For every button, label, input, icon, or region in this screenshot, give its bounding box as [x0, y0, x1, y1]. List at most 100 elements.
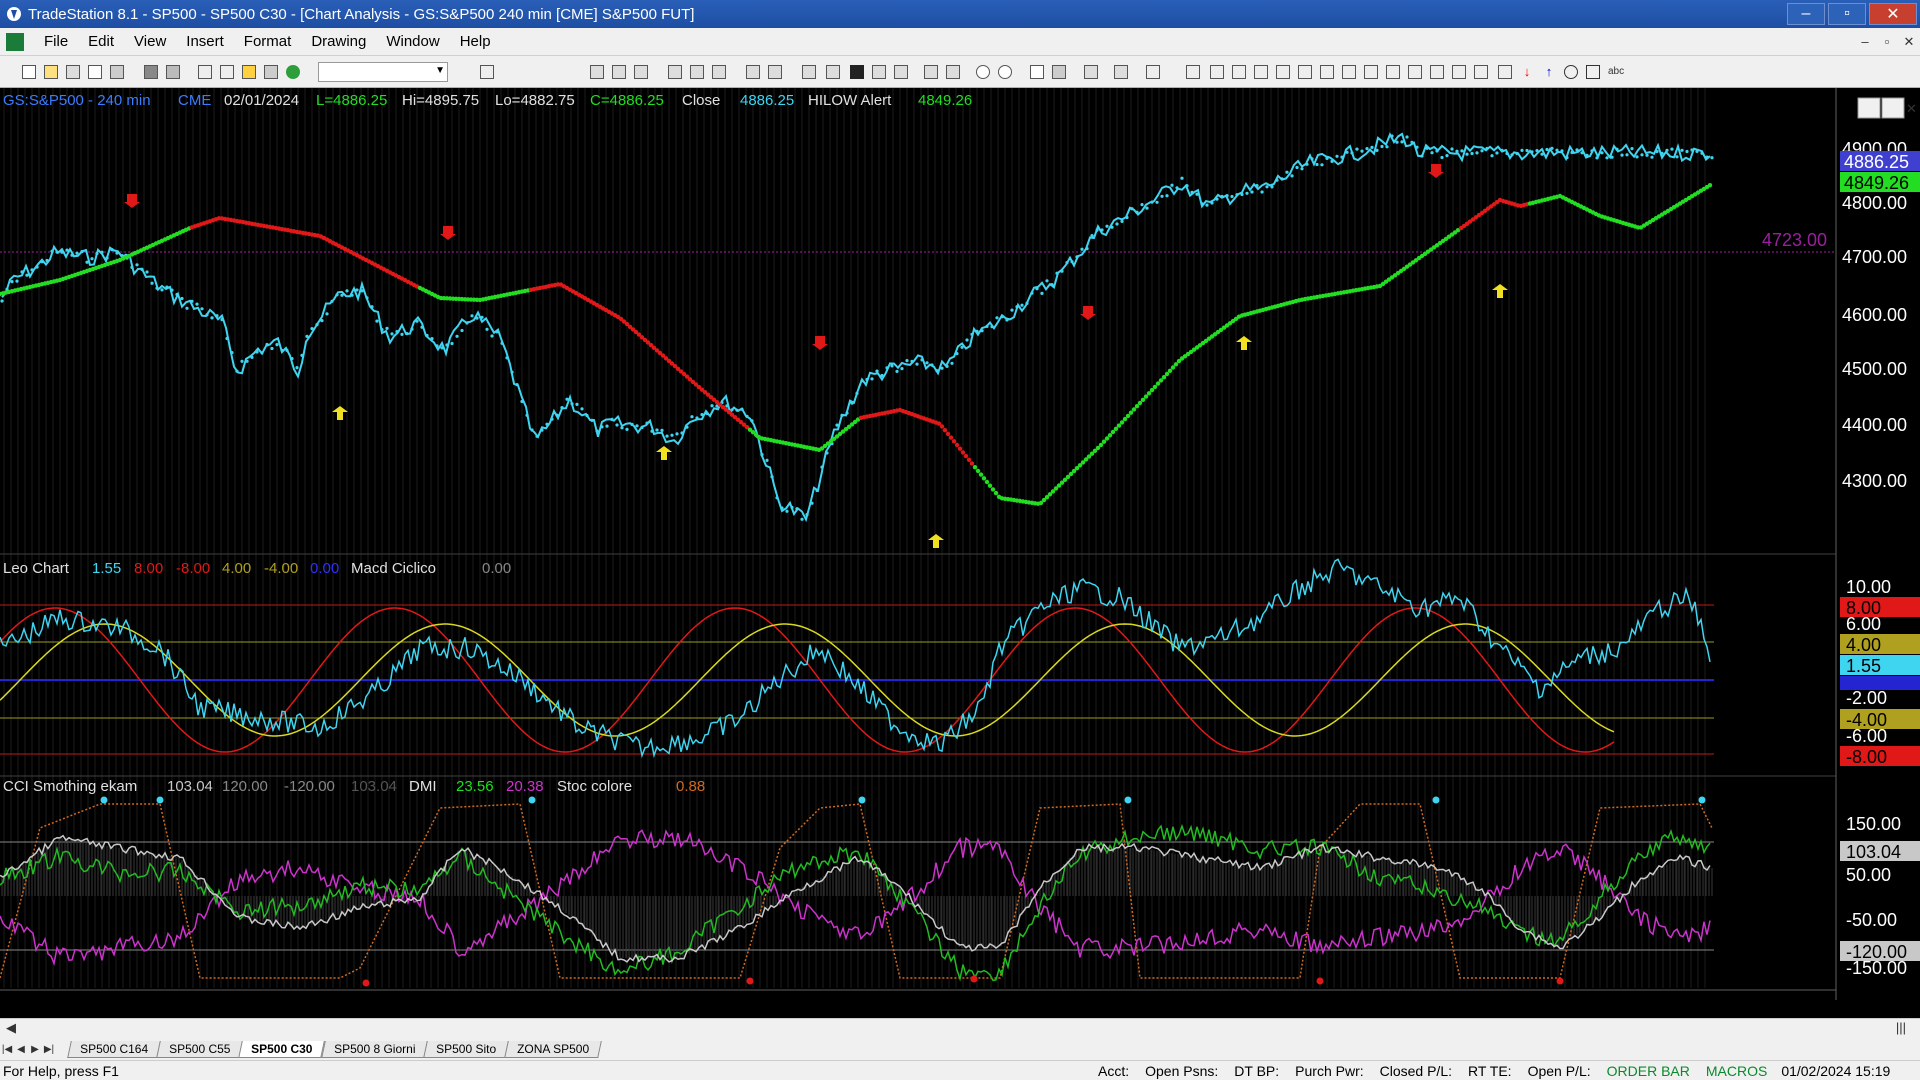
pen-icon[interactable]	[1474, 65, 1488, 79]
tab-zona-sp500[interactable]: ZONA SP500	[504, 1040, 603, 1058]
chart-canvas[interactable]: GS:S&P500 - 240 min CME 02/01/2024 L=488…	[0, 88, 1920, 1019]
horizontal-scrollbar[interactable]: ◀ |||	[0, 1018, 1920, 1038]
chart-area[interactable]: GS:S&P500 - 240 min CME 02/01/2024 L=488…	[0, 88, 1920, 1019]
new-window-icon[interactable]	[88, 65, 102, 79]
stoc-low-dot	[1316, 977, 1324, 985]
fib-time-icon[interactable]	[1342, 65, 1356, 79]
options-icon[interactable]	[802, 65, 816, 79]
arrow-down-icon[interactable]: ↓	[1520, 65, 1534, 79]
globe-icon[interactable]	[286, 65, 300, 79]
bar-chart-icon[interactable]	[590, 65, 604, 79]
scanner-icon[interactable]	[768, 65, 782, 79]
menu-file[interactable]: File	[34, 33, 78, 50]
format-icon[interactable]	[1114, 65, 1128, 79]
fib-icon[interactable]	[1254, 65, 1268, 79]
curve-icon[interactable]	[1498, 65, 1512, 79]
tab-prev-icon[interactable]: ◀	[14, 1044, 28, 1055]
tab-last-icon[interactable]: ▶|	[42, 1044, 56, 1055]
retrace-icon[interactable]	[1364, 65, 1378, 79]
tab-sp500-c164[interactable]: SP500 C164	[67, 1040, 161, 1058]
trendline-icon[interactable]	[1186, 65, 1200, 79]
disabled-icon[interactable]	[1146, 65, 1160, 79]
minimize-button[interactable]: –	[1787, 3, 1825, 25]
scroll-left-icon[interactable]	[924, 65, 938, 79]
zoom-out-icon[interactable]	[998, 65, 1012, 79]
open-icon[interactable]	[44, 65, 58, 79]
dt-bp-field: DT BP:	[1234, 1062, 1280, 1079]
tab-label: SP500 C55	[169, 1041, 231, 1056]
subwindow-close-icon[interactable]: ✕	[1906, 101, 1917, 116]
vertical-lines-icon[interactable]	[1210, 65, 1224, 79]
rectangle-icon[interactable]	[1586, 65, 1600, 79]
bars2-icon[interactable]	[894, 65, 908, 79]
pointer-icon[interactable]	[1030, 65, 1044, 79]
tab-label: SP500 Sito	[436, 1041, 497, 1056]
indicator-icon[interactable]	[690, 65, 704, 79]
order-bar-button[interactable]: ORDER BAR	[1599, 1063, 1698, 1079]
range-icon[interactable]	[1386, 65, 1400, 79]
macros-button[interactable]: MACROS	[1698, 1063, 1775, 1079]
menu-view[interactable]: View	[124, 33, 176, 50]
tab-sp500-sito[interactable]: SP500 Sito	[423, 1040, 510, 1058]
zoom-in-icon[interactable]	[976, 65, 990, 79]
scroll-thumb-icon[interactable]: |||	[1896, 1020, 1906, 1035]
symbol-dropdown[interactable]: ▼	[318, 62, 448, 82]
scroll-left-icon[interactable]: ◀	[6, 1020, 16, 1036]
line-chart-icon[interactable]	[668, 65, 682, 79]
toolbox-icon[interactable]	[1052, 65, 1066, 79]
channel-icon[interactable]	[1320, 65, 1334, 79]
strategy-icon[interactable]	[712, 65, 726, 79]
date-tick: 9/28	[684, 998, 721, 1000]
mdi-minimize-button[interactable]: –	[1854, 34, 1876, 49]
tab-first-icon[interactable]: |◀	[0, 1044, 14, 1055]
cci-tag-text: 103.04	[1846, 842, 1901, 862]
ellipse-icon[interactable]	[1564, 65, 1578, 79]
data-window-icon[interactable]	[850, 65, 864, 79]
matrix-icon[interactable]	[826, 65, 840, 79]
parallel-icon[interactable]	[1408, 65, 1422, 79]
menu-format[interactable]: Format	[234, 33, 302, 50]
lock-icon[interactable]	[242, 65, 256, 79]
macro-icon[interactable]	[264, 65, 278, 79]
arc-icon[interactable]	[1452, 65, 1466, 79]
window-icon[interactable]	[198, 65, 212, 79]
text-icon[interactable]: abc	[1608, 65, 1624, 79]
copy-icon[interactable]	[110, 65, 124, 79]
subwindow-minimize-button[interactable]	[1857, 97, 1881, 119]
menu-edit[interactable]: Edit	[78, 33, 124, 50]
new-icon[interactable]	[22, 65, 36, 79]
fan-icon[interactable]	[1298, 65, 1312, 79]
close-button[interactable]: ✕	[1869, 3, 1917, 25]
tab-sp500-c30[interactable]: SP500 C30	[238, 1040, 326, 1058]
find-icon[interactable]	[480, 65, 494, 79]
andrews-icon[interactable]	[1430, 65, 1444, 79]
table-icon[interactable]	[634, 65, 648, 79]
save-icon[interactable]	[144, 65, 158, 79]
date-tick: 8/10	[276, 998, 313, 1000]
tab-sp500-c55[interactable]: SP500 C55	[156, 1040, 244, 1058]
mdi-close-button[interactable]: ✕	[1898, 34, 1920, 50]
maximize-button[interactable]: ▫	[1828, 3, 1866, 25]
panel-separators	[0, 88, 1837, 1000]
window2-icon[interactable]	[220, 65, 234, 79]
open-workspace-icon[interactable]	[66, 65, 80, 79]
menu-help[interactable]: Help	[450, 33, 501, 50]
menu-window[interactable]: Window	[376, 33, 449, 50]
mdi-restore-button[interactable]: ▫	[1876, 34, 1898, 49]
print-icon[interactable]	[166, 65, 180, 79]
speed-lines-icon[interactable]	[1276, 65, 1290, 79]
horizontal-lines-icon[interactable]	[1232, 65, 1246, 79]
menu-insert[interactable]: Insert	[176, 33, 234, 50]
cci-title: CCI Smothing ekam	[3, 778, 137, 795]
grid-icon[interactable]	[612, 65, 626, 79]
tools-icon[interactable]	[1084, 65, 1098, 79]
bars-icon[interactable]	[872, 65, 886, 79]
arrow-up-icon[interactable]: ↑	[1542, 65, 1556, 79]
price-tick: 4800.00	[1842, 193, 1907, 213]
menu-drawing[interactable]: Drawing	[301, 33, 376, 50]
tab-next-icon[interactable]: ▶	[28, 1044, 42, 1055]
radar-icon[interactable]	[746, 65, 760, 79]
subwindow-restore-button[interactable]	[1881, 97, 1905, 119]
tab-sp500-8-giorni[interactable]: SP500 8 Giorni	[321, 1040, 429, 1058]
scroll-right-icon[interactable]	[946, 65, 960, 79]
